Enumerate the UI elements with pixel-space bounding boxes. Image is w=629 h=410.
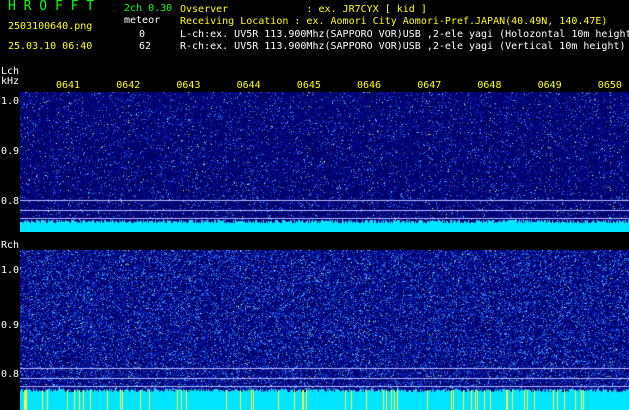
rch-spectrogram-canvas [20, 250, 629, 410]
lch-info-line: L-ch:ex. UV5R 113.900Mhz(SAPPORO VOR)USB… [180, 29, 629, 40]
meteor-label: meteor [124, 15, 161, 26]
lch-unit-label: kHz [1, 76, 20, 87]
lch-spectrogram-canvas [20, 92, 629, 232]
lch-freq-tick: 0.9 [1, 146, 20, 157]
time-tick: 0647 [417, 80, 442, 91]
rch-freq-tick: 0.9 [1, 320, 20, 331]
time-tick: 0646 [357, 80, 382, 91]
time-tick: 0649 [537, 80, 562, 91]
rch-spectrogram [20, 250, 629, 410]
filename: 2503100640.png [8, 21, 93, 32]
location-line: Receiving Location : ex. Aomori City Aom… [180, 16, 608, 27]
time-tick: 0642 [116, 80, 141, 91]
time-tick: 0645 [296, 80, 321, 91]
time-tick: 0650 [597, 80, 622, 91]
lch-spectrogram [20, 92, 629, 232]
time-tick: 0648 [477, 80, 502, 91]
lch-freq-tick: 0.8 [1, 196, 20, 207]
rch-freq-tick: 1.0 [1, 265, 20, 276]
channel-mode: 2ch 0.30 [124, 3, 173, 14]
rch-info-line: R-ch:ex. UV5R 113.900Mhz(SAPPORO VOR)USB… [180, 41, 626, 52]
lch-freq-tick: 1.0 [1, 96, 20, 107]
time-tick: 0643 [176, 80, 201, 91]
rch-freq-tick: 0.8 [1, 369, 20, 380]
rch-label: Rch [1, 240, 20, 251]
observer-line: Ovserver : ex. JR7CYX [ kid ] [180, 4, 427, 15]
app-title: H R O F F T [8, 0, 95, 14]
lch-meteor-count: 0 [139, 29, 146, 40]
datetime: 25.03.10 06:40 [8, 41, 93, 52]
time-tick: 0641 [56, 80, 81, 91]
time-tick: 0644 [236, 80, 261, 91]
rch-meteor-count: 62 [139, 41, 152, 52]
